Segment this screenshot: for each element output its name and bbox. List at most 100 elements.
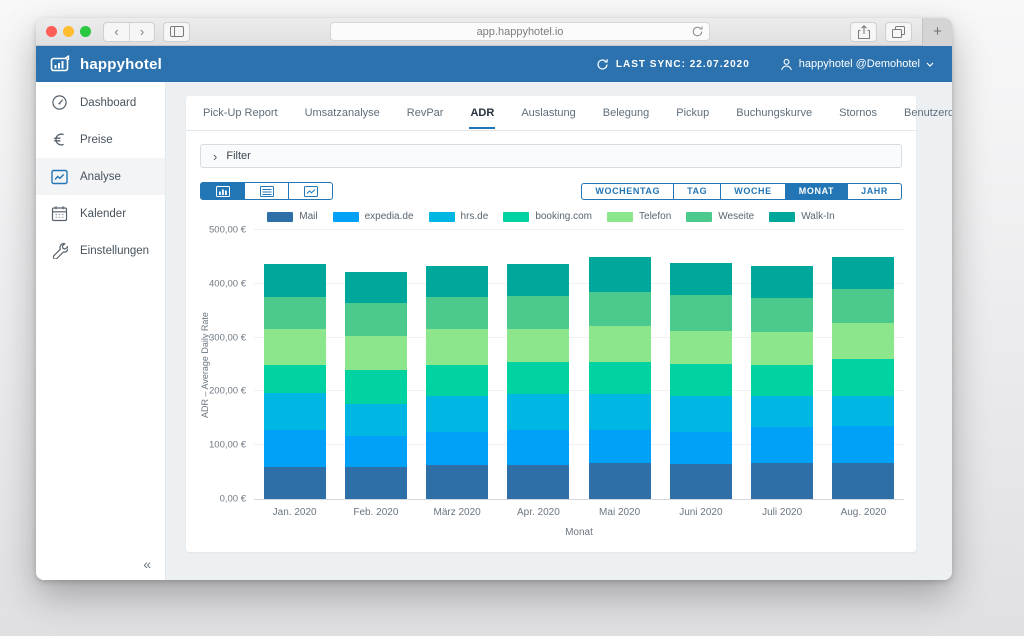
bar-segment-mail[interactable] bbox=[670, 464, 732, 499]
bar-segment-weseite[interactable] bbox=[264, 297, 326, 329]
sidebar-item-analyse[interactable]: Analyse bbox=[36, 158, 165, 195]
bar-segment-telefon[interactable] bbox=[345, 336, 407, 370]
bar-segment-expedia-de[interactable] bbox=[670, 432, 732, 464]
bar-segment-expedia-de[interactable] bbox=[751, 427, 813, 463]
tab-stornos[interactable]: Stornos bbox=[838, 97, 878, 129]
bar-segment-hrs-de[interactable] bbox=[264, 393, 326, 430]
bar-segment-booking-com[interactable] bbox=[670, 364, 732, 396]
bar-segment-hrs-de[interactable] bbox=[589, 394, 651, 431]
bar-segment-walk-in[interactable] bbox=[670, 263, 732, 295]
tab-auslastung[interactable]: Auslastung bbox=[520, 97, 576, 129]
bar-segment-booking-com[interactable] bbox=[589, 362, 651, 394]
bar-segment-expedia-de[interactable] bbox=[426, 432, 488, 465]
bar-segment-expedia-de[interactable] bbox=[345, 436, 407, 467]
bar-segment-walk-in[interactable] bbox=[507, 264, 569, 296]
bar-segment-telefon[interactable] bbox=[264, 329, 326, 364]
tab-buchungskurve[interactable]: Buchungskurve bbox=[735, 97, 813, 129]
tab-adr[interactable]: ADR bbox=[469, 97, 495, 129]
stacked-bar-jan-2020[interactable] bbox=[264, 264, 326, 499]
bar-segment-weseite[interactable] bbox=[589, 292, 651, 326]
forward-button[interactable]: › bbox=[129, 23, 154, 41]
chart-type-button-line-chart[interactable] bbox=[288, 182, 333, 200]
sidebar-toggle-icon[interactable] bbox=[164, 23, 189, 41]
bar-segment-weseite[interactable] bbox=[832, 289, 894, 323]
bar-segment-hrs-de[interactable] bbox=[426, 396, 488, 432]
tab-benutzerdefiniert[interactable]: Benutzerdefiniert bbox=[903, 97, 952, 129]
range-button-tag[interactable]: TAG bbox=[673, 183, 721, 200]
address-bar[interactable]: app.happyhotel.io bbox=[330, 22, 710, 41]
bar-segment-mail[interactable] bbox=[751, 463, 813, 499]
chart-type-button-bar-chart[interactable] bbox=[200, 182, 245, 200]
bar-segment-weseite[interactable] bbox=[426, 297, 488, 329]
tab-umsatzanalyse[interactable]: Umsatzanalyse bbox=[304, 97, 381, 129]
bar-segment-walk-in[interactable] bbox=[589, 257, 651, 292]
account-menu[interactable]: happyhotel @Demohotel bbox=[780, 58, 934, 71]
bar-segment-walk-in[interactable] bbox=[426, 266, 488, 297]
bar-segment-mail[interactable] bbox=[264, 467, 326, 499]
stacked-bar-aug-2020[interactable] bbox=[832, 257, 894, 499]
bar-segment-weseite[interactable] bbox=[507, 296, 569, 329]
bar-segment-weseite[interactable] bbox=[670, 295, 732, 331]
sidebar-item-dashboard[interactable]: Dashboard bbox=[36, 84, 165, 121]
bar-segment-telefon[interactable] bbox=[507, 329, 569, 361]
bar-segment-hrs-de[interactable] bbox=[670, 396, 732, 432]
bar-segment-walk-in[interactable] bbox=[264, 264, 326, 297]
sidebar-collapse-button[interactable]: « bbox=[36, 556, 165, 580]
chart-type-button-stacked-chart[interactable] bbox=[244, 182, 289, 200]
stacked-bar-m-rz-2020[interactable] bbox=[426, 266, 488, 499]
bar-segment-telefon[interactable] bbox=[426, 329, 488, 365]
bar-segment-hrs-de[interactable] bbox=[507, 394, 569, 430]
sidebar-item-einstellungen[interactable]: Einstellungen bbox=[36, 232, 165, 269]
stacked-bar-feb-2020[interactable] bbox=[345, 272, 407, 499]
bar-segment-hrs-de[interactable] bbox=[832, 396, 894, 426]
bar-segment-hrs-de[interactable] bbox=[345, 404, 407, 436]
bar-segment-booking-com[interactable] bbox=[426, 365, 488, 396]
bar-segment-expedia-de[interactable] bbox=[507, 430, 569, 465]
back-button[interactable]: ‹ bbox=[104, 23, 129, 41]
sidebar-item-preise[interactable]: Preise bbox=[36, 121, 165, 158]
range-button-wochentag[interactable]: WOCHENTAG bbox=[581, 183, 674, 200]
zoom-window-icon[interactable] bbox=[80, 26, 91, 37]
stacked-bar-mai-2020[interactable] bbox=[589, 257, 651, 499]
stacked-bar-juni-2020[interactable] bbox=[670, 263, 732, 499]
bar-segment-telefon[interactable] bbox=[670, 331, 732, 364]
filter-bar[interactable]: › Filter bbox=[200, 144, 902, 168]
bar-segment-walk-in[interactable] bbox=[345, 272, 407, 303]
bar-segment-mail[interactable] bbox=[426, 465, 488, 499]
bar-segment-booking-com[interactable] bbox=[751, 365, 813, 396]
bar-segment-mail[interactable] bbox=[345, 467, 407, 499]
bar-segment-mail[interactable] bbox=[589, 463, 651, 499]
sidebar-item-kalender[interactable]: Kalender bbox=[36, 195, 165, 232]
tab-pickup[interactable]: Pickup bbox=[675, 97, 710, 129]
stacked-bar-apr-2020[interactable] bbox=[507, 264, 569, 499]
range-button-jahr[interactable]: JAHR bbox=[847, 183, 902, 200]
tab-belegung[interactable]: Belegung bbox=[602, 97, 651, 129]
bar-segment-expedia-de[interactable] bbox=[589, 430, 651, 462]
bar-segment-booking-com[interactable] bbox=[345, 370, 407, 404]
range-button-woche[interactable]: WOCHE bbox=[720, 183, 786, 200]
close-window-icon[interactable] bbox=[46, 26, 57, 37]
stacked-bar-juli-2020[interactable] bbox=[751, 266, 813, 499]
share-icon[interactable] bbox=[851, 23, 876, 41]
range-button-monat[interactable]: MONAT bbox=[785, 183, 848, 200]
bar-segment-booking-com[interactable] bbox=[832, 359, 894, 396]
bar-segment-mail[interactable] bbox=[832, 463, 894, 499]
bar-segment-hrs-de[interactable] bbox=[751, 396, 813, 427]
bar-segment-weseite[interactable] bbox=[751, 298, 813, 333]
bar-segment-booking-com[interactable] bbox=[264, 365, 326, 394]
bar-segment-telefon[interactable] bbox=[832, 323, 894, 359]
minimize-window-icon[interactable] bbox=[63, 26, 74, 37]
tab-pick-up-report[interactable]: Pick-Up Report bbox=[202, 97, 279, 129]
bar-segment-weseite[interactable] bbox=[345, 303, 407, 336]
new-tab-button[interactable]: + bbox=[922, 18, 952, 46]
bar-segment-expedia-de[interactable] bbox=[264, 430, 326, 466]
bar-segment-mail[interactable] bbox=[507, 465, 569, 499]
bar-segment-telefon[interactable] bbox=[751, 332, 813, 364]
reload-icon[interactable] bbox=[691, 25, 704, 38]
bar-segment-walk-in[interactable] bbox=[751, 266, 813, 298]
bar-segment-booking-com[interactable] bbox=[507, 362, 569, 394]
tab-revpar[interactable]: RevPar bbox=[406, 97, 445, 129]
bar-segment-expedia-de[interactable] bbox=[832, 426, 894, 463]
tab-overview-icon[interactable] bbox=[886, 23, 911, 41]
bar-segment-telefon[interactable] bbox=[589, 326, 651, 362]
